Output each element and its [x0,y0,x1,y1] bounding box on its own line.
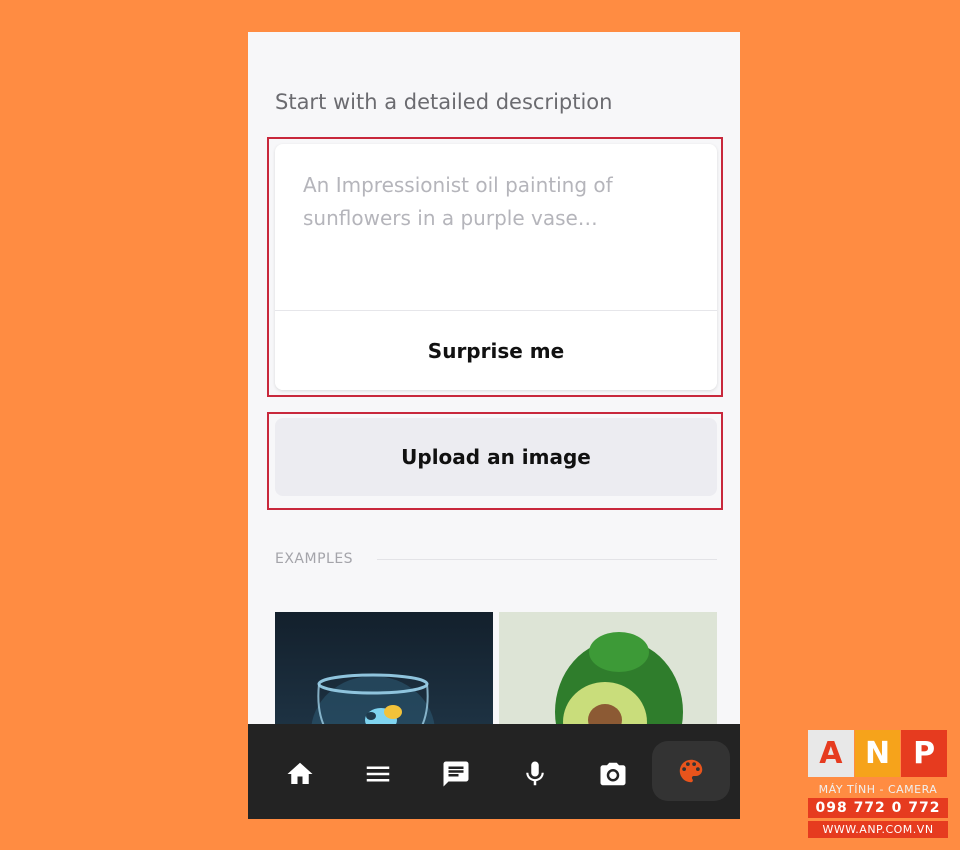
camera-icon[interactable] [587,748,639,800]
watermark-phone: 098 772 0 772 [808,798,948,818]
home-icon[interactable] [274,748,326,800]
logo-letter: P [901,730,948,777]
palette-icon-button[interactable] [652,741,730,801]
app-screen: Start with a detailed description Surpri… [248,32,740,819]
example-image-fishbowl[interactable] [275,612,493,732]
chat-icon[interactable] [430,748,482,800]
prompt-card: Surprise me [275,144,717,390]
logo-letter: N [854,730,901,777]
upload-image-button[interactable]: Upload an image [275,418,717,496]
logo-letter: A [808,730,854,777]
anp-watermark: A N P MÁY TÍNH - CAMERA 098 772 0 772 WW… [808,730,948,838]
bottom-navigation [248,724,740,819]
microphone-icon[interactable] [509,748,561,800]
surprise-me-button[interactable]: Surprise me [275,311,717,390]
examples-label: EXAMPLES [275,551,354,567]
example-image-avocado[interactable] [499,612,717,732]
watermark-subtitle: MÁY TÍNH - CAMERA [818,783,938,796]
palette-icon [679,759,703,783]
menu-icon[interactable] [352,748,404,800]
prompt-heading: Start with a detailed description [275,90,613,114]
watermark-website: WWW.ANP.COM.VN [808,821,948,838]
prompt-input[interactable] [275,144,717,310]
divider [377,559,717,560]
